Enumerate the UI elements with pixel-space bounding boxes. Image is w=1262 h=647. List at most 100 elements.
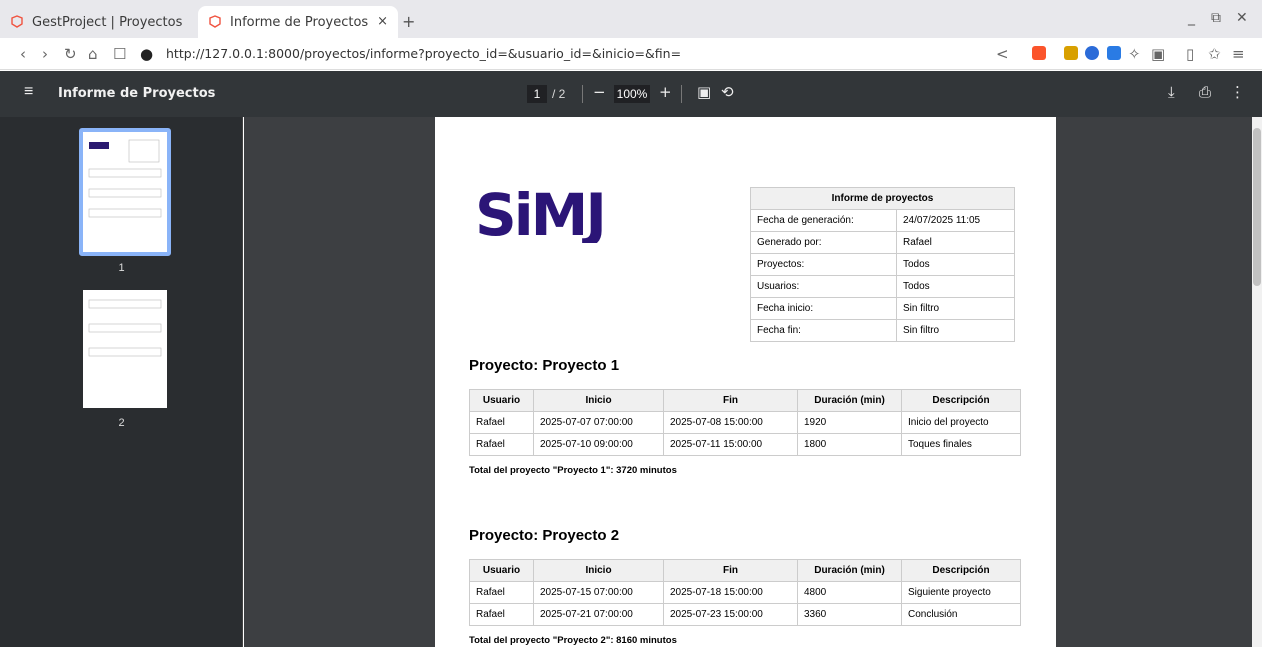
info-key: Proyectos: bbox=[750, 253, 897, 276]
column-header: Duración (min) bbox=[797, 559, 902, 582]
project-table: Usuario Inicio Fin Duración (min) Descri… bbox=[469, 389, 1021, 456]
bookmark-icon[interactable]: ☐ bbox=[113, 45, 126, 63]
thumbnail-page-1[interactable] bbox=[83, 132, 167, 252]
close-tab-button[interactable]: × bbox=[377, 14, 388, 29]
restore-icon[interactable]: ⧉ bbox=[1211, 10, 1221, 26]
info-value: Sin filtro bbox=[896, 319, 1015, 342]
info-value: Rafael bbox=[896, 231, 1015, 254]
reload-icon[interactable]: ↻ bbox=[64, 45, 77, 63]
address-bar[interactable]: http://127.0.0.1:8000/proyectos/informe?… bbox=[166, 46, 681, 61]
screenshot-icon[interactable]: ▣ bbox=[1151, 45, 1165, 63]
table-row: Rafael 2025-07-21 07:00:00 2025-07-23 15… bbox=[469, 603, 1021, 626]
info-value: Todos bbox=[896, 253, 1015, 276]
column-header: Inicio bbox=[533, 389, 664, 412]
cell: Toques finales bbox=[901, 433, 1021, 456]
cell: 1800 bbox=[797, 433, 902, 456]
new-tab-button[interactable]: + bbox=[402, 12, 415, 31]
column-header: Descripción bbox=[901, 559, 1021, 582]
zoom-in-button[interactable]: + bbox=[659, 83, 672, 101]
divider bbox=[582, 85, 583, 103]
svg-text:SiMJ: SiMJ bbox=[475, 189, 604, 243]
cell: 4800 bbox=[797, 581, 902, 604]
scrollbar-thumb[interactable] bbox=[1253, 128, 1261, 286]
extension-icon[interactable] bbox=[1107, 46, 1121, 60]
project-table: Usuario Inicio Fin Duración (min) Descri… bbox=[469, 559, 1021, 626]
cell: 2025-07-23 15:00:00 bbox=[663, 603, 798, 626]
menu-icon[interactable]: ≡ bbox=[1232, 45, 1245, 63]
extension-icon[interactable] bbox=[1085, 46, 1099, 60]
pdf-page: SiMJ Informe de proyectos Fecha de gener… bbox=[435, 117, 1056, 647]
project-title: Proyecto: Proyecto 1 bbox=[469, 357, 620, 374]
column-header: Usuario bbox=[469, 389, 534, 412]
brave-shield-icon[interactable] bbox=[1032, 46, 1046, 60]
cell: Siguiente proyecto bbox=[901, 581, 1021, 604]
cell: Rafael bbox=[469, 603, 534, 626]
cell: 2025-07-08 15:00:00 bbox=[663, 411, 798, 434]
column-header: Duración (min) bbox=[797, 389, 902, 412]
back-icon[interactable]: ‹ bbox=[20, 45, 26, 63]
thumbnail-label: 1 bbox=[118, 262, 125, 274]
zoom-out-button[interactable]: − bbox=[593, 83, 606, 101]
table-row: Rafael 2025-07-07 07:00:00 2025-07-08 15… bbox=[469, 411, 1021, 434]
cell: 2025-07-07 07:00:00 bbox=[533, 411, 664, 434]
tab-informe[interactable]: Informe de Proyectos × bbox=[198, 6, 398, 38]
project-total: Total del proyecto "Proyecto 1": 3720 mi… bbox=[469, 465, 677, 476]
table-row: Rafael 2025-07-10 09:00:00 2025-07-11 15… bbox=[469, 433, 1021, 456]
cell: 2025-07-10 09:00:00 bbox=[533, 433, 664, 456]
info-header: Informe de proyectos bbox=[750, 187, 1015, 210]
info-value: Todos bbox=[896, 275, 1015, 298]
thumbnail-preview bbox=[88, 139, 162, 218]
cell: 2025-07-15 07:00:00 bbox=[533, 581, 664, 604]
download-icon[interactable]: ⤓ bbox=[1168, 83, 1175, 101]
table-row: Rafael 2025-07-15 07:00:00 2025-07-18 15… bbox=[469, 581, 1021, 604]
project-title: Proyecto: Proyecto 2 bbox=[469, 527, 620, 544]
column-header: Usuario bbox=[469, 559, 534, 582]
info-key: Fecha inicio: bbox=[750, 297, 897, 320]
ai-icon[interactable]: ✩ bbox=[1208, 45, 1221, 63]
cell: Conclusión bbox=[901, 603, 1021, 626]
minimize-icon[interactable]: _ bbox=[1188, 10, 1195, 26]
share-icon[interactable]: < bbox=[996, 45, 1009, 63]
cell: Rafael bbox=[469, 581, 534, 604]
pdf-viewer[interactable]: SiMJ Informe de proyectos Fecha de gener… bbox=[244, 117, 1252, 647]
cell: 2025-07-21 07:00:00 bbox=[533, 603, 664, 626]
fit-page-icon[interactable]: ▣ bbox=[697, 83, 711, 101]
more-options-icon[interactable]: ⋮ bbox=[1230, 83, 1245, 101]
info-value: Sin filtro bbox=[896, 297, 1015, 320]
simj-logo: SiMJ bbox=[475, 189, 607, 243]
thumbnail-page-2[interactable] bbox=[83, 290, 167, 408]
browser-tab-bar: GestProject | Proyectos Informe de Proye… bbox=[0, 0, 1262, 38]
extensions-puzzle-icon[interactable]: ✧ bbox=[1128, 45, 1141, 63]
pdf-toolbar: ≡ Informe de Proyectos 1 / 2 − 100% + ▣ … bbox=[0, 71, 1262, 117]
zoom-level-input[interactable]: 100% bbox=[614, 85, 650, 103]
extension-icon[interactable] bbox=[1064, 46, 1078, 60]
info-value: 24/07/2025 11:05 bbox=[896, 209, 1015, 232]
page-number-input[interactable]: 1 bbox=[527, 85, 547, 103]
column-header: Fin bbox=[663, 559, 798, 582]
site-info-icon[interactable]: ● bbox=[140, 45, 153, 63]
forward-icon[interactable]: › bbox=[42, 45, 48, 63]
info-key: Generado por: bbox=[750, 231, 897, 254]
rotate-icon[interactable]: ⟲ bbox=[721, 83, 734, 101]
thumbnail-label: 2 bbox=[118, 417, 125, 429]
cell: 1920 bbox=[797, 411, 902, 434]
navigation-bar: ‹ › ↻ ⌂ ☐ ● http://127.0.0.1:8000/proyec… bbox=[0, 38, 1262, 70]
cell: Rafael bbox=[469, 433, 534, 456]
home-icon[interactable]: ⌂ bbox=[88, 45, 98, 63]
close-window-icon[interactable]: ✕ bbox=[1236, 10, 1248, 26]
project-total: Total del proyecto "Proyecto 2": 8160 mi… bbox=[469, 635, 677, 646]
sidebar-toggle-icon[interactable]: ▯ bbox=[1186, 45, 1194, 63]
hamburger-menu-icon[interactable]: ≡ bbox=[24, 83, 33, 101]
tab-title: GestProject | Proyectos bbox=[32, 14, 183, 30]
info-key: Fecha de generación: bbox=[750, 209, 897, 232]
column-header: Inicio bbox=[533, 559, 664, 582]
laravel-icon bbox=[209, 15, 221, 28]
cell: 3360 bbox=[797, 603, 902, 626]
info-key: Usuarios: bbox=[750, 275, 897, 298]
tab-title: Informe de Proyectos bbox=[230, 14, 369, 30]
cell: 2025-07-18 15:00:00 bbox=[663, 581, 798, 604]
print-icon[interactable]: ⎙ bbox=[1199, 83, 1211, 101]
cell: 2025-07-11 15:00:00 bbox=[663, 433, 798, 456]
tab-gestproject[interactable]: GestProject | Proyectos bbox=[10, 6, 190, 38]
report-info-table: Informe de proyectos Fecha de generación… bbox=[750, 187, 1015, 342]
